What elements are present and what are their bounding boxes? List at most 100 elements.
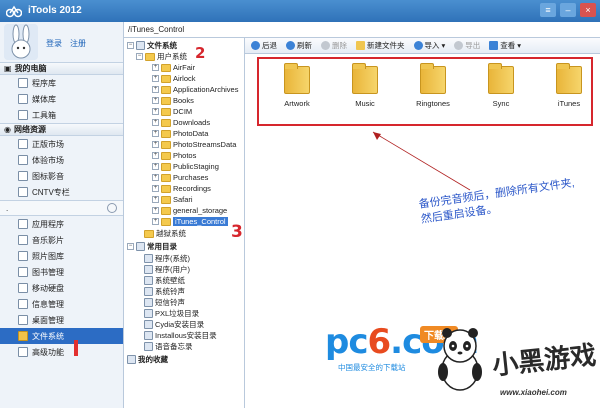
sidebar-item-advanced[interactable]: 高级功能 — [0, 344, 123, 360]
section-my-computer[interactable]: ▣ 我的电脑 — [0, 62, 123, 75]
export-button[interactable]: 导出 — [454, 40, 480, 51]
section-network[interactable]: ◉ 网络资源 — [0, 123, 123, 136]
rabbit-avatar-icon — [4, 24, 38, 60]
device-name: . — [6, 203, 9, 213]
tree-common-item[interactable]: Cydia安装目录 — [144, 319, 204, 330]
tree-node-jailbreak[interactable]: 越狱系统 — [144, 228, 186, 239]
sidebar-item-cntv[interactable]: CNTV专栏 — [0, 184, 123, 200]
tree-folder[interactable]: + general_storage — [152, 205, 227, 216]
wallpaper-icon — [144, 276, 153, 285]
tree-common-item[interactable]: 语音备忘录 — [144, 341, 193, 352]
tree-node-user-system[interactable]: − 用户系统 — [136, 51, 187, 62]
tree-common-item[interactable]: Installous安装目录 — [144, 330, 217, 341]
tree-folder[interactable]: + Books — [152, 95, 194, 106]
expand-icon[interactable]: + — [152, 174, 159, 181]
tree-node-favorites[interactable]: 我的收藏 — [127, 354, 168, 365]
watermark-text: pc — [325, 322, 368, 362]
delete-icon — [321, 41, 330, 50]
sidebar-item-trial-store[interactable]: 体验市场 — [0, 152, 123, 168]
expand-icon[interactable]: + — [152, 108, 159, 115]
music-icon — [18, 235, 28, 245]
tree-common-item[interactable]: 系统铃声 — [144, 286, 185, 297]
tree-folder[interactable]: + DCIM — [152, 106, 192, 117]
tree-node-common-dirs[interactable]: − 常用目录 — [127, 241, 177, 252]
tree-folder[interactable]: + ApplicationArchives — [152, 84, 238, 95]
expand-icon[interactable]: + — [152, 196, 159, 203]
sidebar-item-toolbox[interactable]: 工具箱 — [0, 107, 123, 123]
back-icon — [251, 41, 260, 50]
close-icon[interactable]: × — [580, 3, 596, 17]
account-area: 登录 注册 — [0, 22, 123, 62]
minimize-icon[interactable]: – — [560, 3, 576, 17]
expand-icon[interactable]: + — [152, 218, 159, 225]
tree-node-filesystem[interactable]: − 文件系统 — [127, 40, 177, 51]
expand-icon[interactable]: + — [152, 97, 159, 104]
import-button[interactable]: 导入 ▾ — [413, 40, 445, 51]
sidebar-item-filesystem[interactable]: 文件系统 — [0, 328, 123, 344]
sidebar-item-icons-media[interactable]: 图标影音 — [0, 168, 123, 184]
sidebar-item-books[interactable]: 图书管理 — [0, 264, 123, 280]
expand-icon[interactable]: + — [152, 185, 159, 192]
collapse-icon[interactable]: − — [136, 53, 143, 60]
tree-common-item[interactable]: 短信铃声 — [144, 297, 185, 308]
new-folder-button[interactable]: 新建文件夹 — [356, 40, 405, 51]
tree-folder[interactable]: + Purchases — [152, 172, 208, 183]
sidebar-item-music-video[interactable]: 音乐影片 — [0, 232, 123, 248]
collapse-icon[interactable]: − — [127, 42, 134, 49]
path-bar[interactable]: /iTunes_Control — [124, 22, 600, 38]
expand-icon[interactable]: + — [152, 207, 159, 214]
sidebar-item-label: 文件系统 — [32, 331, 64, 341]
folder-icon — [161, 195, 171, 204]
tree-folder[interactable]: + PhotoData — [152, 128, 208, 139]
expand-icon[interactable]: + — [152, 64, 159, 71]
annotation-number-3: 3 — [231, 222, 243, 242]
sidebar-item-photos[interactable]: 照片图库 — [0, 248, 123, 264]
tree-common-item[interactable]: PXL垃圾目录 — [144, 308, 199, 319]
expand-icon[interactable]: + — [152, 152, 159, 159]
register-link[interactable]: 注册 — [70, 38, 86, 49]
expand-icon[interactable]: + — [152, 75, 159, 82]
media-icon — [18, 171, 28, 181]
sidebar-item-media-library[interactable]: 媒体库 — [0, 91, 123, 107]
tree-folder[interactable]: + Photos — [152, 150, 196, 161]
button-label: 导出 — [465, 41, 481, 50]
view-button[interactable]: 查看 ▾ — [489, 40, 521, 51]
sidebar-item-app-library[interactable]: 程序库 — [0, 75, 123, 91]
refresh-button[interactable]: 刷新 — [286, 40, 312, 51]
expand-icon[interactable]: + — [152, 130, 159, 137]
sidebar-item-label: 媒体库 — [32, 94, 56, 104]
sidebar-item-label: 应用程序 — [32, 219, 64, 229]
expand-icon[interactable]: + — [152, 119, 159, 126]
sidebar-item-desktop[interactable]: 桌面管理 — [0, 312, 123, 328]
tree-common-item[interactable]: 程序(系统) — [144, 253, 190, 264]
tree-folder[interactable]: + Downloads — [152, 117, 210, 128]
tree-folder[interactable]: + Recordings — [152, 183, 211, 194]
app-library-icon — [18, 78, 28, 88]
back-button[interactable]: 后退 — [251, 40, 277, 51]
login-link[interactable]: 登录 — [46, 38, 62, 49]
tree-folder[interactable]: + PhotoStreamsData — [152, 139, 236, 150]
collapse-icon[interactable]: − — [127, 243, 134, 250]
expand-icon[interactable]: + — [152, 86, 159, 93]
sidebar-item-official-store[interactable]: 正版市场 — [0, 136, 123, 152]
tree-folder[interactable]: + PublicStaging — [152, 161, 219, 172]
tree-folder[interactable]: + Safari — [152, 194, 193, 205]
tree-label: Purchases — [173, 173, 209, 182]
tree-common-item[interactable]: 程序(用户) — [144, 264, 190, 275]
delete-button[interactable]: 删除 — [321, 40, 347, 51]
folder-icon — [161, 184, 171, 193]
sidebar-item-messages[interactable]: 信息管理 — [0, 296, 123, 312]
sidebar-item-applications[interactable]: 应用程序 — [0, 216, 123, 232]
tree-folder-selected[interactable]: + iTunes_Control — [152, 216, 228, 227]
tree-common-item[interactable]: 系统壁纸 — [144, 275, 185, 286]
expand-icon[interactable]: + — [152, 163, 159, 170]
app-title: iTools 2012 — [28, 5, 82, 16]
tree-folder[interactable]: + Airlock — [152, 73, 196, 84]
button-label: 后退 — [262, 41, 277, 50]
menu-icon[interactable]: ≡ — [540, 3, 556, 17]
tree-folder[interactable]: + AirFair — [152, 62, 195, 73]
device-options-icon[interactable] — [107, 203, 117, 213]
sidebar-item-mobile-disk[interactable]: 移动硬盘 — [0, 280, 123, 296]
device-header[interactable]: . — [0, 200, 123, 216]
expand-icon[interactable]: + — [152, 141, 159, 148]
